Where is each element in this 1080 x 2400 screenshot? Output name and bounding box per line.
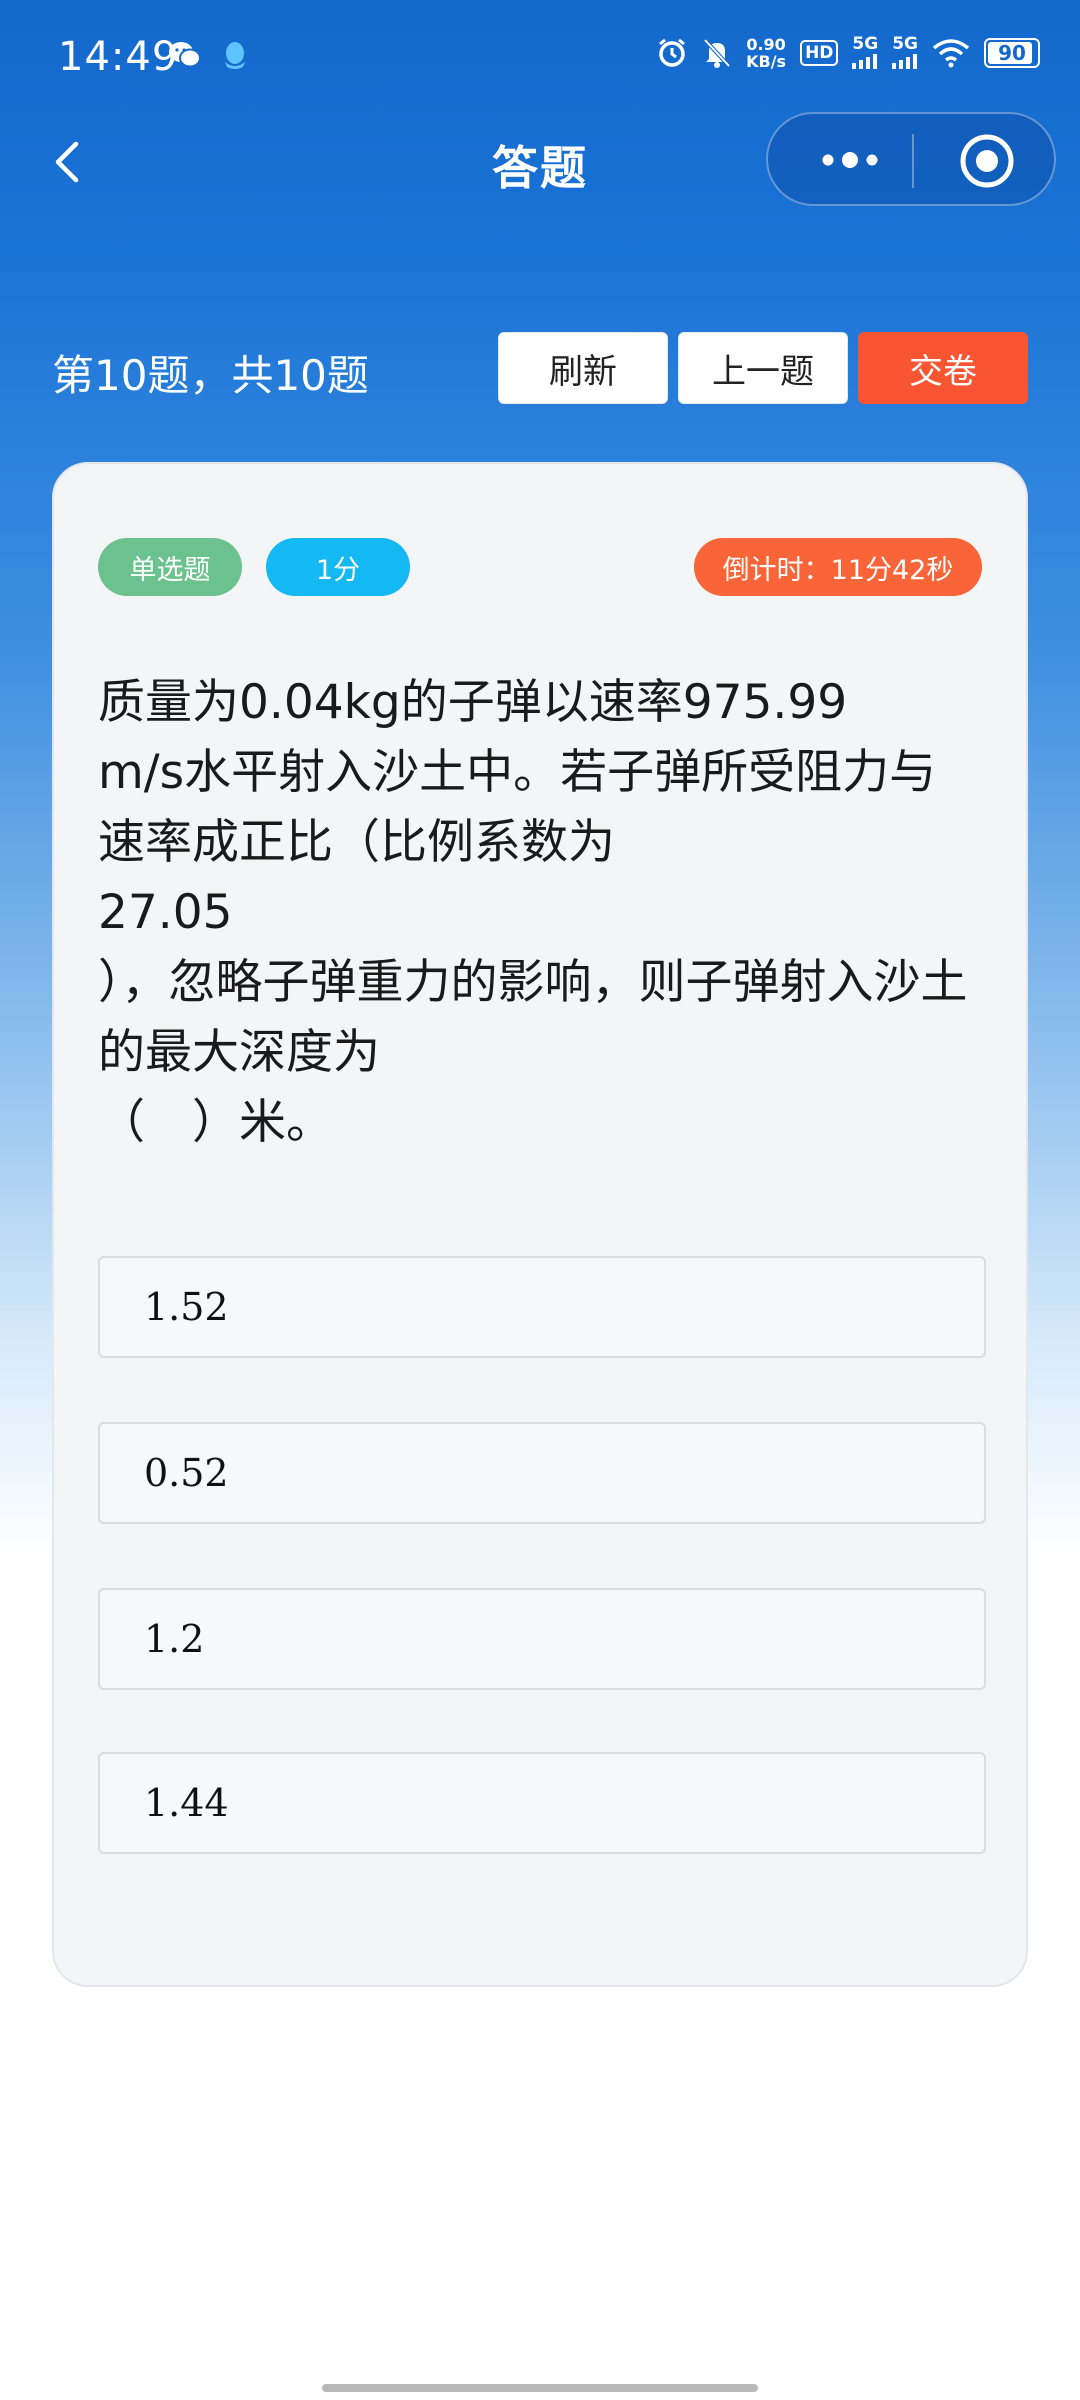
nav-bar: 答题: [0, 112, 1080, 212]
previous-question-button[interactable]: 上一题: [678, 332, 848, 404]
home-indicator[interactable]: [322, 2384, 758, 2392]
wifi-icon: [932, 39, 970, 68]
battery-icon: 90: [984, 38, 1040, 68]
option-4[interactable]: 1.44: [98, 1752, 986, 1854]
capsule-divider: [912, 134, 914, 188]
mute-icon: [703, 38, 731, 68]
score-badge: 1分: [266, 538, 410, 596]
net-speed: 0.90 KB/s: [746, 35, 787, 71]
question-card: 单选题 1分 倒计时：11分42秒 质量为0.04kg的子弹以速率975.99 …: [52, 462, 1028, 1987]
refresh-button[interactable]: 刷新: [498, 332, 668, 404]
qq-icon: [225, 42, 245, 69]
submit-exam-button[interactable]: 交卷: [858, 332, 1028, 404]
option-2[interactable]: 0.52: [98, 1422, 986, 1524]
target-circle-icon[interactable]: [958, 132, 1016, 190]
alarm-icon: [659, 38, 686, 67]
status-bar: 14:49 0.90 KB/s HD 5G 5G 90: [0, 0, 1080, 120]
signal-sim1: 5G: [852, 36, 878, 69]
question-progress: 第10题，共10题: [52, 351, 369, 400]
hd-icon: HD: [800, 40, 839, 66]
option-3[interactable]: 1.2: [98, 1588, 986, 1690]
mini-program-capsule: [766, 112, 1056, 206]
system-icons: 0.90 KB/s HD 5G 5G 90: [656, 36, 1040, 70]
status-time: 14:49: [58, 34, 179, 80]
signal-sim2: 5G: [892, 36, 918, 69]
question-text: 质量为0.04kg的子弹以速率975.99 m/s水平射入沙土中。若子弹所受阻力…: [98, 675, 968, 1150]
countdown-badge: 倒计时：11分42秒: [694, 538, 982, 596]
question-toolbar: 第10题，共10题 刷新 上一题 交卷: [52, 330, 1028, 406]
notification-icons: [168, 40, 248, 70]
option-1[interactable]: 1.52: [98, 1256, 986, 1358]
wechat-icon: [169, 42, 201, 68]
question-type-badge: 单选题: [98, 538, 242, 596]
more-dots-icon[interactable]: [810, 134, 890, 186]
